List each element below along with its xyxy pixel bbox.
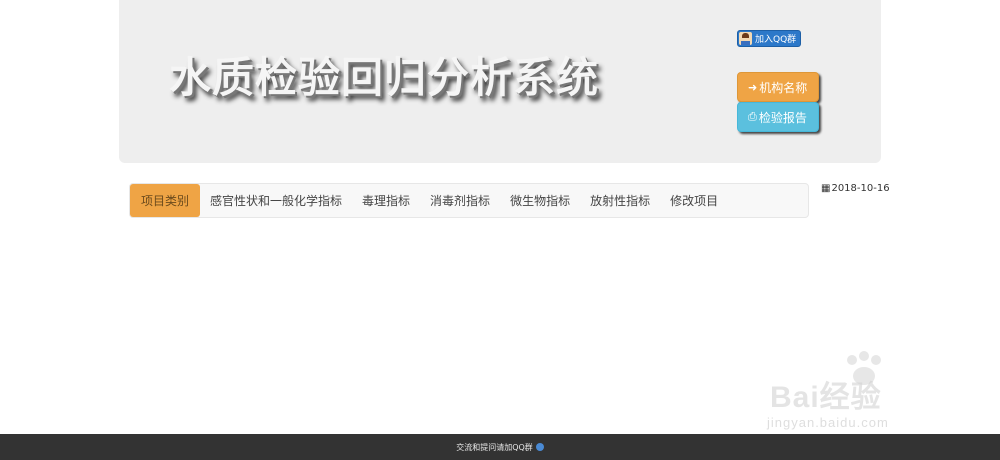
institution-name-button[interactable]: ➜ 机构名称 [737, 72, 819, 102]
nav-item-edit-items[interactable]: 修改项目 [660, 184, 728, 217]
join-qq-group-label: 加入QQ群 [755, 35, 797, 45]
nav-item-category[interactable]: 项目类别 [130, 184, 201, 217]
inspection-report-label: 检验报告 [758, 110, 807, 125]
nav-item-radioactivity[interactable]: 放射性指标 [580, 184, 660, 217]
nav-item-microbiology[interactable]: 微生物指标 [500, 184, 580, 217]
baidu-watermark: Bai经验 jingyan.baidu.com [765, 350, 995, 440]
date-text: 2018-10-16 [831, 183, 890, 194]
nav-item-sensory-chemical[interactable]: 感官性状和一般化学指标 [200, 184, 352, 217]
qq-icon[interactable] [535, 443, 544, 451]
footer-text: 交流和提问请加QQ群 [456, 442, 533, 452]
page-title: 水质检验回归分析系统 [169, 53, 600, 102]
watermark-brand: Bai经验 [770, 381, 882, 414]
header-banner: 水质检验回归分析系统 加入QQ群 ➜ 机构名称 ⎙ 检验报告 [119, 0, 881, 163]
calendar-icon: ▦ [821, 183, 831, 194]
current-date: ▦ 2018-10-16 [821, 183, 890, 194]
watermark-url: jingyan.baidu.com [767, 415, 889, 430]
paw-logo-icon [847, 351, 881, 385]
join-qq-group-button[interactable]: 加入QQ群 [737, 30, 802, 47]
qq-avatar-icon [739, 32, 752, 45]
inspection-report-button[interactable]: ⎙ 检验报告 [737, 102, 819, 132]
print-icon: ⎙ [748, 110, 757, 123]
category-nav: 项目类别 感官性状和一般化学指标 毒理指标 消毒剂指标 微生物指标 放射性指标 … [129, 183, 809, 218]
nav-item-disinfectant[interactable]: 消毒剂指标 [420, 184, 500, 217]
institution-name-label: 机构名称 [759, 80, 808, 95]
sign-in-icon: ➜ [748, 80, 758, 94]
nav-item-toxicology[interactable]: 毒理指标 [352, 184, 420, 217]
footer: 交流和提问请加QQ群 [0, 434, 1000, 460]
